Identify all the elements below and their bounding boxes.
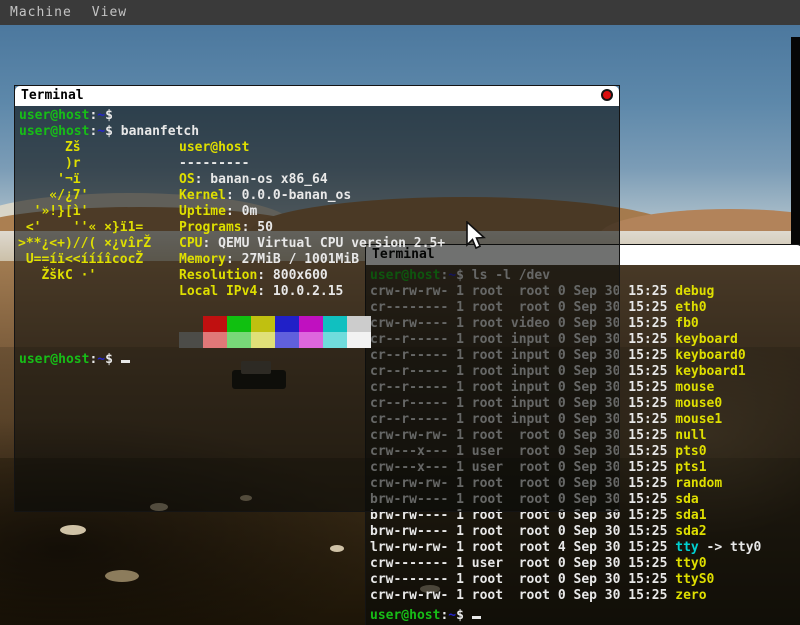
palette-swatch bbox=[203, 316, 227, 332]
ls-row: crw------- 1 root root 0 Sep 30 15:25 tt… bbox=[370, 572, 714, 588]
palette-swatch bbox=[179, 316, 203, 332]
fetch-info-line: Resolution: 800x600 bbox=[179, 268, 445, 284]
menu-view[interactable]: View bbox=[92, 5, 127, 20]
ls-row: lrw-rw-rw- 1 root root 4 Sep 30 15:25 tt… bbox=[370, 540, 761, 556]
palette-swatch bbox=[323, 332, 347, 348]
fetch-info: user@host---------OS: banan-os x86_64Ker… bbox=[179, 140, 445, 300]
ascii-art-banana: Zš )r '¬ï «/¿7' '»!}[ì' <' ''« ×}ï1= >**… bbox=[18, 140, 151, 284]
terminal-row: user@host:~$ bananfetch bbox=[19, 124, 199, 140]
mouse-cursor-icon bbox=[466, 221, 488, 251]
menu-machine[interactable]: Machine bbox=[10, 5, 72, 20]
palette-swatch bbox=[179, 332, 203, 348]
fetch-info-line: user@host bbox=[179, 140, 445, 156]
palette-swatch bbox=[299, 332, 323, 348]
terminal1-content[interactable]: Zš )r '¬ï «/¿7' '»!}[ì' <' ''« ×}ï1= >**… bbox=[15, 106, 619, 511]
fetch-info-line: OS: banan-os x86_64 bbox=[179, 172, 445, 188]
terminal1-title: Terminal bbox=[21, 88, 84, 103]
rock bbox=[60, 525, 86, 535]
text-cursor bbox=[472, 604, 481, 619]
palette-swatch bbox=[299, 316, 323, 332]
color-palette-row bbox=[179, 332, 371, 348]
palette-swatch bbox=[275, 332, 299, 348]
text-cursor bbox=[121, 348, 130, 363]
palette-swatch bbox=[347, 332, 371, 348]
fetch-info-line: Kernel: 0.0.0-banan_os bbox=[179, 188, 445, 204]
ls-row: crw-rw-rw- 1 root root 0 Sep 30 15:25 ze… bbox=[370, 588, 707, 604]
close-button[interactable] bbox=[601, 89, 613, 101]
ls-row: crw------- 1 user root 0 Sep 30 15:25 tt… bbox=[370, 556, 707, 572]
fetch-info-line: Local IPv4: 10.0.2.15 bbox=[179, 284, 445, 300]
fetch-info-line: Uptime: 0m bbox=[179, 204, 445, 220]
terminal-row: user@host:~$ bbox=[19, 348, 130, 368]
ls-row: brw-rw---- 1 root root 0 Sep 30 15:25 sd… bbox=[370, 524, 707, 540]
rock bbox=[330, 545, 344, 552]
fetch-info-line: Programs: 50 bbox=[179, 220, 445, 236]
palette-swatch bbox=[323, 316, 347, 332]
terminal-row: user@host:~$ bbox=[370, 604, 481, 624]
palette-swatch bbox=[227, 316, 251, 332]
fetch-info-line: Memory: 27MiB / 1001MiB bbox=[179, 252, 445, 268]
photo-edge-strip bbox=[791, 37, 800, 263]
palette-swatch bbox=[203, 332, 227, 348]
palette-swatch bbox=[251, 332, 275, 348]
rock bbox=[105, 570, 139, 582]
palette-swatch bbox=[347, 316, 371, 332]
palette-swatch bbox=[227, 332, 251, 348]
color-palette-row bbox=[179, 316, 371, 332]
menu-bar: Machine View bbox=[0, 0, 800, 25]
terminal-row: user@host:~$ bbox=[19, 108, 121, 124]
vm-screen: Machine View Terminal user@host:~$ ls -l… bbox=[0, 0, 800, 625]
palette-swatch bbox=[275, 316, 299, 332]
terminal-window-front[interactable]: Terminal Zš )r '¬ï «/¿7' '»!}[ì' <' ''« … bbox=[14, 85, 620, 512]
fetch-info-line: --------- bbox=[179, 156, 445, 172]
palette-swatch bbox=[251, 316, 275, 332]
terminal1-titlebar[interactable]: Terminal bbox=[15, 86, 619, 106]
fetch-info-line: CPU: QEMU Virtual CPU version 2.5+ bbox=[179, 236, 445, 252]
